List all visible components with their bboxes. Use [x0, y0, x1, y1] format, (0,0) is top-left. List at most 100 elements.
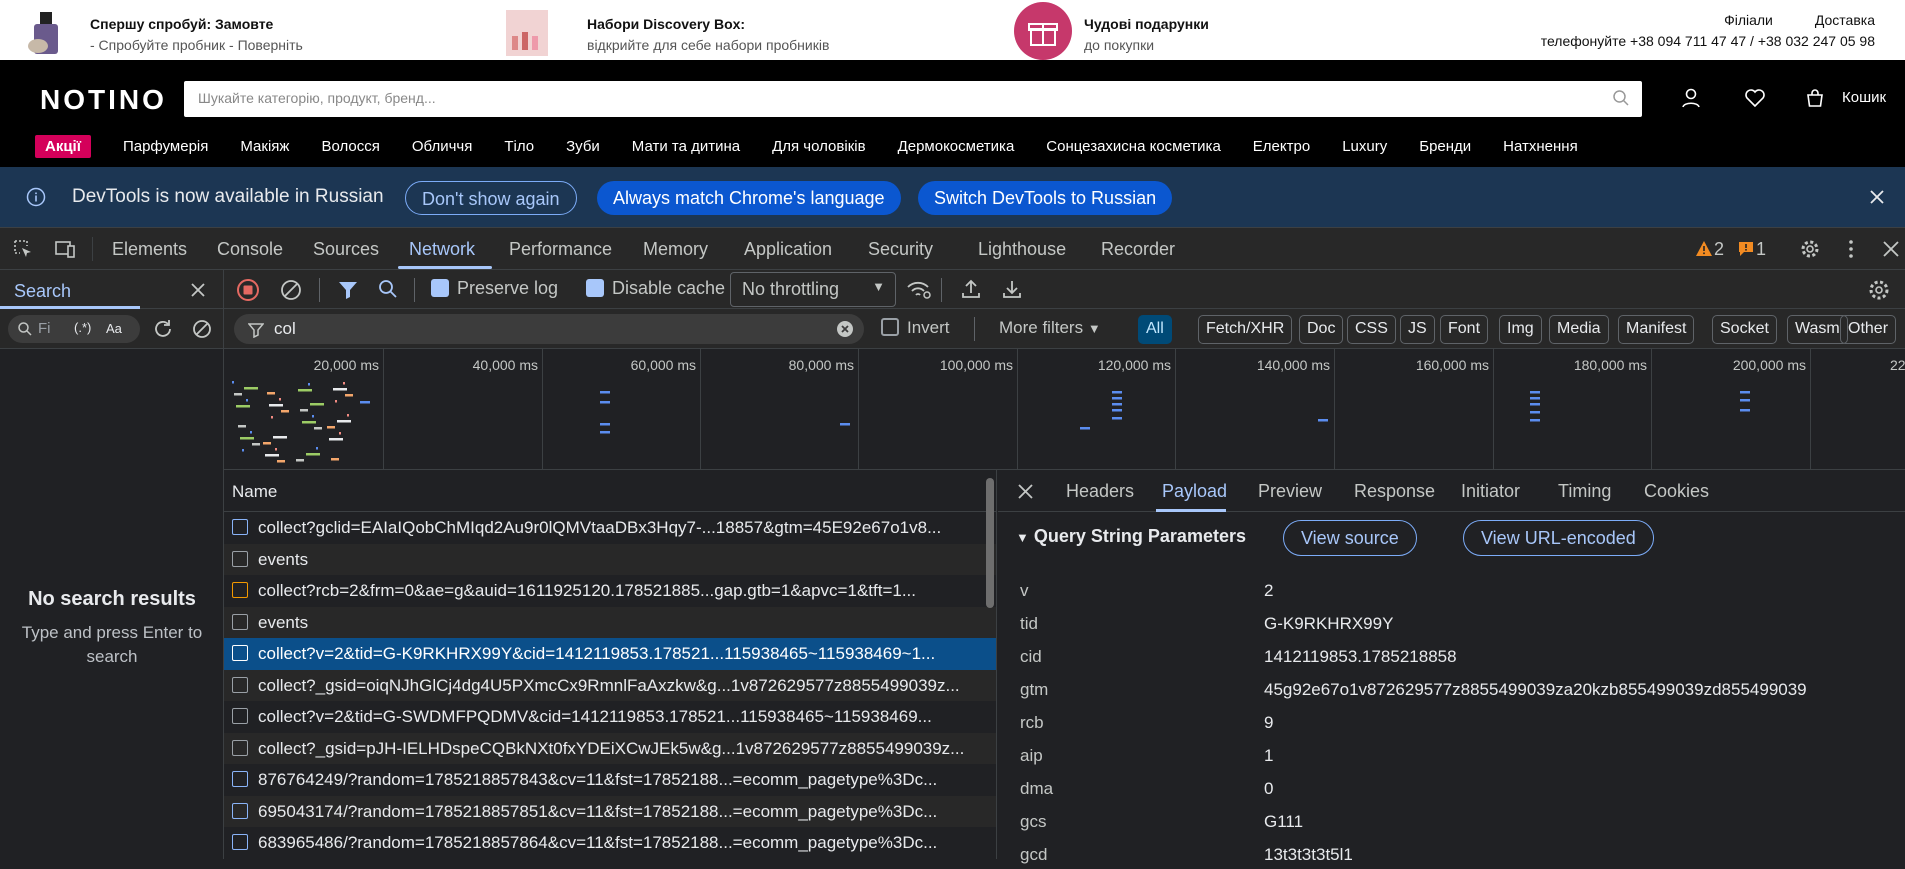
- type-filter-js[interactable]: JS: [1400, 315, 1435, 344]
- category-link[interactable]: Макіяж: [240, 138, 289, 155]
- disable-cache-checkbox[interactable]: Disable cache: [586, 278, 725, 299]
- request-row[interactable]: collect?_gsid=pJH-IELHDspeCQBkNXt0fxYDEi…: [224, 732, 996, 764]
- link-branches[interactable]: Філіали: [1724, 12, 1773, 28]
- view-url-encoded-button[interactable]: View URL-encoded: [1463, 520, 1654, 556]
- type-filter-manifest[interactable]: Manifest: [1618, 315, 1695, 344]
- export-har-icon[interactable]: [1001, 278, 1023, 300]
- issue-count[interactable]: 1: [1756, 239, 1766, 260]
- category-link[interactable]: Мати та дитина: [632, 138, 740, 155]
- category-link[interactable]: Електро: [1253, 138, 1310, 155]
- record-stop-icon[interactable]: [236, 278, 260, 302]
- category-sale[interactable]: Акції: [35, 134, 91, 158]
- category-link[interactable]: Волосся: [321, 138, 379, 155]
- type-filter-wasm[interactable]: Wasm: [1787, 315, 1848, 344]
- cart-label[interactable]: Кошик: [1842, 89, 1886, 106]
- clear-filter-icon[interactable]: [836, 320, 854, 338]
- tab-network[interactable]: Network: [409, 239, 475, 260]
- tab-recorder[interactable]: Recorder: [1101, 239, 1175, 260]
- clear-log-icon[interactable]: [279, 278, 303, 302]
- search-panel-title[interactable]: Search: [14, 281, 71, 302]
- type-filter-fetchxhr[interactable]: Fetch/XHR: [1198, 315, 1293, 344]
- switch-devtools-russian-button[interactable]: Switch DevTools to Russian: [918, 181, 1173, 215]
- type-filter-img[interactable]: Img: [1499, 315, 1542, 344]
- refresh-icon[interactable]: [152, 318, 174, 340]
- query-string-section-toggle[interactable]: ▼ Query String Parameters: [1016, 526, 1246, 547]
- category-link[interactable]: Для чоловіків: [772, 138, 865, 155]
- tab-performance[interactable]: Performance: [509, 239, 612, 260]
- details-tab-timing[interactable]: Timing: [1558, 481, 1611, 502]
- details-tab-preview[interactable]: Preview: [1258, 481, 1322, 502]
- details-tab-payload[interactable]: Payload: [1162, 481, 1227, 502]
- request-row[interactable]: collect?_gsid=oiqNJhGlCj4dg4U5PXmcCx9Rmn…: [224, 669, 996, 701]
- type-filter-font[interactable]: Font: [1440, 315, 1489, 344]
- search-query-input[interactable]: Fi (.*) Aa: [8, 315, 140, 343]
- type-filter-other[interactable]: Other: [1840, 315, 1897, 344]
- filter-icon[interactable]: [336, 278, 360, 302]
- match-case-toggle[interactable]: Aa: [106, 321, 122, 336]
- category-link[interactable]: Зуби: [566, 138, 600, 155]
- issues-icon[interactable]: [1737, 240, 1755, 258]
- preserve-log-checkbox[interactable]: Preserve log: [431, 278, 558, 299]
- details-tab-response[interactable]: Response: [1354, 481, 1435, 502]
- clear-search-icon[interactable]: [191, 318, 213, 340]
- user-icon[interactable]: [1680, 87, 1702, 109]
- request-row[interactable]: 695043174/?random=1785218857851&cv=11&fs…: [224, 795, 996, 827]
- settings-gear-icon[interactable]: [1799, 238, 1821, 260]
- checkbox-checked[interactable]: [586, 279, 604, 297]
- type-filter-all[interactable]: All: [1138, 315, 1172, 344]
- inspect-element-icon[interactable]: [12, 238, 34, 260]
- category-link[interactable]: Дермокосметика: [898, 138, 1015, 155]
- type-filter-media[interactable]: Media: [1549, 315, 1609, 344]
- request-row[interactable]: events: [224, 606, 996, 638]
- tab-console[interactable]: Console: [217, 239, 283, 260]
- details-tab-cookies[interactable]: Cookies: [1644, 481, 1709, 502]
- warning-count[interactable]: 2: [1714, 239, 1724, 260]
- more-filters-dropdown[interactable]: More filters ▼: [999, 318, 1101, 338]
- warning-icon[interactable]: [1695, 240, 1713, 258]
- details-tab-initiator[interactable]: Initiator: [1461, 481, 1520, 502]
- site-search-input[interactable]: Шукайте категорію, продукт, бренд...: [184, 81, 1642, 117]
- type-filter-socket[interactable]: Socket: [1712, 315, 1777, 344]
- more-vert-icon[interactable]: [1840, 238, 1862, 260]
- always-match-language-button[interactable]: Always match Chrome's language: [597, 181, 901, 215]
- category-link[interactable]: Тіло: [504, 138, 534, 155]
- type-filter-doc[interactable]: Doc: [1299, 315, 1344, 344]
- heart-icon[interactable]: [1744, 87, 1766, 109]
- network-settings-icon[interactable]: [1867, 278, 1891, 302]
- tab-lighthouse[interactable]: Lighthouse: [978, 239, 1066, 260]
- tab-security[interactable]: Security: [868, 239, 933, 260]
- throttling-select[interactable]: No throttling ▼: [730, 272, 896, 307]
- category-link[interactable]: Бренди: [1419, 138, 1471, 155]
- request-row[interactable]: collect?v=2&tid=G-K9RKHRX99Y&cid=1412119…: [224, 638, 996, 670]
- close-devtools-icon[interactable]: [1880, 238, 1902, 260]
- request-row[interactable]: 683965486/?random=1785218857864&cv=11&fs…: [224, 827, 996, 859]
- search-network-icon[interactable]: [377, 278, 399, 300]
- request-row[interactable]: events: [224, 543, 996, 575]
- network-overview-timeline[interactable]: 20,000 ms 40,000 ms 60,000 ms 80,000 ms 100,…: [224, 349, 1905, 470]
- request-row[interactable]: collect?rcb=2&frm=0&ae=g&auid=1611925120…: [224, 575, 996, 607]
- invert-checkbox[interactable]: Invert: [881, 318, 950, 338]
- import-har-icon[interactable]: [960, 278, 982, 300]
- details-tab-headers[interactable]: Headers: [1066, 481, 1134, 502]
- column-header-name[interactable]: Name: [224, 470, 996, 512]
- category-link[interactable]: Luxury: [1342, 138, 1387, 155]
- checkbox-checked[interactable]: [431, 279, 449, 297]
- close-details-icon[interactable]: [1018, 484, 1033, 499]
- request-row[interactable]: collect?v=2&tid=G-SWDMFPQDMV&cid=1412119…: [224, 701, 996, 733]
- close-search-icon[interactable]: [190, 282, 206, 298]
- tab-elements[interactable]: Elements: [112, 239, 187, 260]
- view-source-button[interactable]: View source: [1283, 520, 1417, 556]
- tab-application[interactable]: Application: [744, 239, 832, 260]
- checkbox-unchecked[interactable]: [881, 318, 899, 336]
- dont-show-again-button[interactable]: Don't show again: [405, 181, 577, 215]
- device-toggle-icon[interactable]: [54, 238, 76, 260]
- filter-input[interactable]: col: [234, 314, 864, 344]
- regex-toggle[interactable]: (.*): [74, 320, 91, 335]
- category-link[interactable]: Сонцезахисна косметика: [1046, 138, 1221, 155]
- tab-sources[interactable]: Sources: [313, 239, 379, 260]
- search-icon[interactable]: [1612, 89, 1630, 107]
- request-row[interactable]: 876764249/?random=1785218857843&cv=11&fs…: [224, 764, 996, 796]
- tab-memory[interactable]: Memory: [643, 239, 708, 260]
- network-conditions-icon[interactable]: [906, 278, 932, 302]
- cart-icon[interactable]: [1804, 87, 1826, 109]
